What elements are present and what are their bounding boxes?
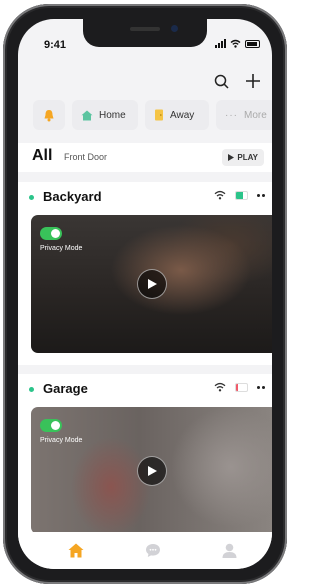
- search-button[interactable]: [212, 72, 230, 90]
- camera-card-backyard: Backyard Privacy Mode: [18, 182, 272, 365]
- privacy-mode-toggle[interactable]: [40, 227, 62, 240]
- battery-fill: [236, 383, 239, 391]
- wifi-signal-icon: [214, 190, 226, 200]
- search-icon: [214, 74, 229, 89]
- alarm-button[interactable]: [33, 100, 65, 130]
- filter-all-title[interactable]: All: [32, 147, 52, 165]
- camera-video-feed[interactable]: Privacy Mode: [31, 215, 272, 353]
- wifi-icon: [230, 39, 241, 48]
- user-icon: [222, 543, 236, 558]
- camera-battery-icon: [235, 190, 248, 200]
- status-time: 9:41: [44, 39, 67, 51]
- online-indicator: [29, 387, 34, 392]
- mode-home-label: Home: [99, 109, 126, 121]
- plus-icon: [246, 74, 260, 88]
- mode-more-button[interactable]: ··· More: [216, 100, 272, 130]
- tab-messages[interactable]: [144, 541, 162, 559]
- play-icon: [228, 154, 235, 161]
- battery-icon: [245, 39, 260, 48]
- phone-frame: 9:41 Home Away ··· More All Front Door P…: [3, 4, 287, 584]
- chat-icon: [146, 543, 160, 557]
- camera-battery-icon: [235, 382, 248, 392]
- home-icon: [68, 543, 84, 557]
- app-screen: 9:41 Home Away ··· More All Front Door P…: [18, 19, 272, 569]
- battery-fill: [236, 191, 243, 199]
- cellular-signal-icon: [215, 39, 226, 48]
- privacy-mode-label: Privacy Mode: [40, 437, 83, 444]
- camera-menu-button[interactable]: [257, 193, 265, 197]
- filter-location[interactable]: Front Door: [64, 152, 107, 162]
- mode-away-button[interactable]: Away: [145, 100, 209, 130]
- camera-name: Garage: [43, 381, 88, 396]
- camera-video-feed[interactable]: Privacy Mode: [31, 407, 272, 534]
- camera-card-garage: Garage Privacy Mode: [18, 374, 272, 534]
- camera-menu-button[interactable]: [257, 385, 265, 389]
- filter-bar: All Front Door PLAY: [18, 143, 272, 172]
- privacy-mode-toggle[interactable]: [40, 419, 62, 432]
- play-all-label: PLAY: [237, 153, 258, 162]
- online-indicator: [29, 195, 34, 200]
- video-play-button[interactable]: [137, 456, 167, 486]
- add-device-button[interactable]: [244, 72, 262, 90]
- door-icon: [155, 109, 163, 121]
- privacy-mode-label: Privacy Mode: [40, 245, 83, 252]
- mode-selector: Home Away ··· More: [33, 100, 272, 130]
- more-icon: ···: [225, 109, 238, 121]
- tab-home[interactable]: [67, 541, 85, 559]
- tab-profile[interactable]: [220, 541, 238, 559]
- video-play-button[interactable]: [137, 269, 167, 299]
- notch: [83, 19, 207, 47]
- mode-home-button[interactable]: Home: [72, 100, 138, 130]
- play-icon: [147, 466, 157, 476]
- play-icon: [147, 279, 157, 289]
- wifi-signal-icon: [214, 382, 226, 392]
- bottom-tab-bar: [18, 532, 272, 569]
- bell-icon: [44, 109, 54, 121]
- home-icon: [81, 110, 93, 120]
- camera-name: Backyard: [43, 189, 102, 204]
- mode-more-label: More: [244, 109, 267, 121]
- play-all-button[interactable]: PLAY: [222, 149, 264, 166]
- mode-away-label: Away: [170, 109, 195, 121]
